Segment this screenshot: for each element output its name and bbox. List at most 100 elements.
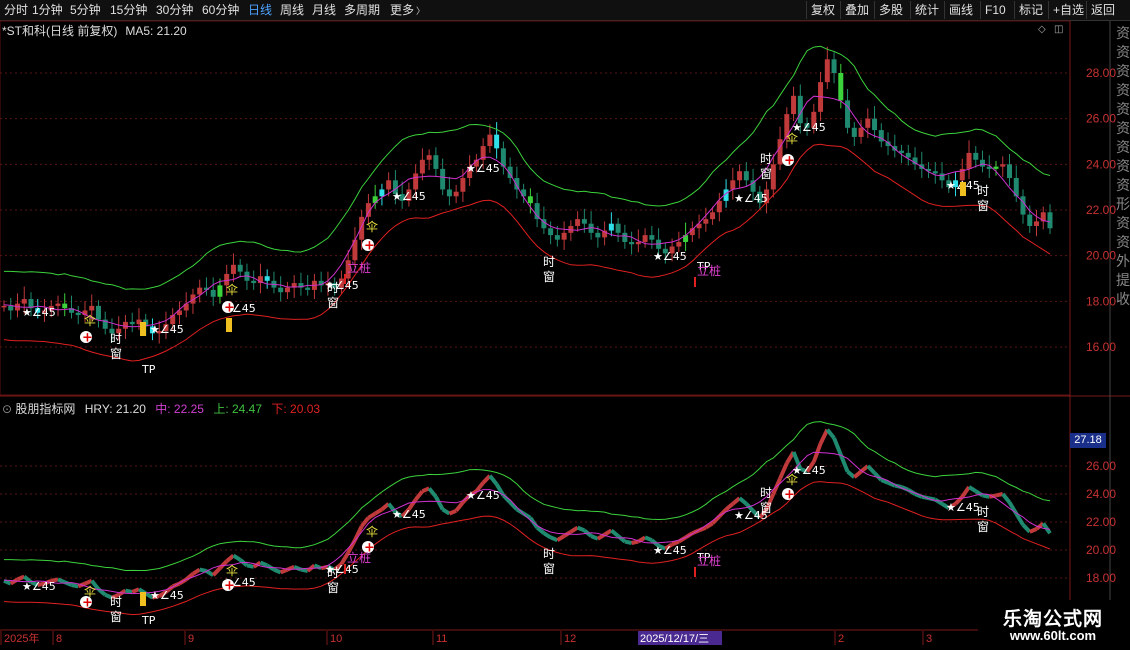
trend-segment	[57, 577, 66, 585]
current-price-label: 27.18	[1070, 433, 1106, 448]
candle-body	[305, 287, 311, 290]
candle-body	[716, 200, 722, 213]
trend-segment	[71, 583, 79, 589]
candle-body	[872, 118, 878, 131]
candle-body	[1, 305, 7, 308]
time-window-marker: 窗	[110, 347, 122, 361]
candle-body	[629, 241, 635, 245]
tp-marker: TP	[141, 614, 156, 627]
candle-body	[278, 287, 284, 293]
star-angle-marker: ★∠45	[734, 192, 768, 205]
date-axis-label: 2025/12/17/三	[640, 633, 709, 645]
trend-segment	[982, 493, 990, 499]
candle-body	[831, 59, 837, 73]
trend-segment	[603, 528, 613, 537]
star-angle-marker: ★∠45	[653, 544, 687, 557]
main-axis-tick: 28.00	[1086, 66, 1116, 80]
candle-body	[534, 203, 540, 220]
candle-body	[730, 180, 736, 190]
trend-segment	[1001, 492, 1012, 504]
trend-segment	[205, 569, 215, 577]
trend-segment	[191, 567, 201, 576]
candle-body	[527, 196, 533, 204]
ind-axis-tick: 18.00	[1086, 571, 1116, 585]
candle-body	[865, 118, 871, 128]
candle-body	[21, 299, 27, 304]
umbrella-marker: 伞	[84, 313, 96, 328]
candle-body	[8, 305, 14, 311]
candle-body	[419, 159, 425, 174]
time-window-marker: 时	[977, 184, 989, 198]
main-upper-band	[4, 45, 1051, 290]
main-axis-tick: 22.00	[1086, 203, 1116, 217]
umbrella-marker: 伞	[786, 472, 798, 487]
trend-segment	[131, 587, 140, 594]
date-axis-label: 3	[926, 633, 932, 645]
trend-segment	[454, 501, 465, 513]
trend-segment	[488, 474, 499, 486]
trend-segment	[866, 464, 876, 475]
trend-segment	[967, 485, 977, 493]
time-window-marker: 时	[543, 547, 555, 561]
trend-segment	[624, 539, 633, 545]
umbrella-marker: 伞	[366, 219, 378, 234]
trend-segment	[818, 428, 830, 445]
umbrella-marker: 伞	[786, 131, 798, 146]
time-window-marker: 窗	[760, 501, 772, 515]
umbrella-marker: 伞	[226, 282, 238, 297]
candle-body	[858, 127, 864, 137]
candle-body	[217, 285, 223, 297]
main-axis-tick: 24.00	[1086, 157, 1116, 171]
time-window-marker: 窗	[977, 520, 989, 534]
candle-body	[743, 171, 749, 181]
time-window-marker: 时	[327, 281, 339, 295]
trend-segment	[631, 539, 639, 545]
yellow-signal-bar	[140, 322, 146, 336]
candle-body	[737, 171, 743, 181]
candle-body	[446, 189, 452, 197]
trend-segment	[427, 487, 438, 499]
plus-circle-icon-glyph: +	[224, 301, 235, 316]
trend-segment	[3, 578, 12, 586]
trend-segment	[846, 470, 856, 479]
candle-body	[649, 235, 655, 240]
trend-segment	[1028, 527, 1038, 534]
candle-body	[635, 241, 641, 245]
trend-segment	[246, 563, 255, 569]
trend-segment	[374, 507, 383, 516]
candle-body	[89, 305, 95, 311]
candle-body	[379, 189, 385, 197]
candle-body	[372, 196, 378, 204]
candle-body	[622, 232, 628, 242]
candle-body	[237, 264, 243, 272]
time-window-marker: 窗	[977, 199, 989, 213]
trend-segment	[434, 495, 445, 511]
trend-segment	[724, 502, 735, 511]
main-axis-tick: 26.00	[1086, 112, 1116, 126]
star-angle-marker: ★∠45	[150, 589, 184, 602]
star-angle-marker: ★∠45	[653, 250, 687, 263]
candle-body	[703, 219, 709, 224]
chart-canvas[interactable]: 28.00 26.00 24.00 22.00 20.00 18.00 16.00 26.00…	[0, 0, 1130, 650]
time-window-marker: 时	[543, 255, 555, 269]
date-axis-label: 2025年	[4, 631, 39, 645]
trend-segment	[414, 489, 424, 501]
candle-body	[426, 155, 432, 160]
main-axis-tick: 20.00	[1086, 249, 1116, 263]
star-angle-marker: ★∠45	[392, 190, 426, 203]
candle-body	[487, 134, 493, 147]
time-window-marker: 窗	[327, 296, 339, 310]
trend-segment	[576, 525, 586, 533]
candle-body	[548, 228, 554, 236]
trend-segment	[225, 554, 235, 563]
trend-segment	[616, 534, 627, 544]
candle-body	[460, 178, 466, 192]
watermark: 乐淘公式网 www.60lt.com	[978, 600, 1128, 650]
candle-body	[440, 168, 446, 190]
time-window-marker: 窗	[327, 581, 339, 595]
ind-axis-tick: 20.00	[1086, 543, 1116, 557]
candle-body	[980, 159, 986, 167]
pile-marker: 立桩	[697, 553, 721, 568]
candle-body	[494, 134, 500, 149]
candle-body	[642, 235, 648, 242]
